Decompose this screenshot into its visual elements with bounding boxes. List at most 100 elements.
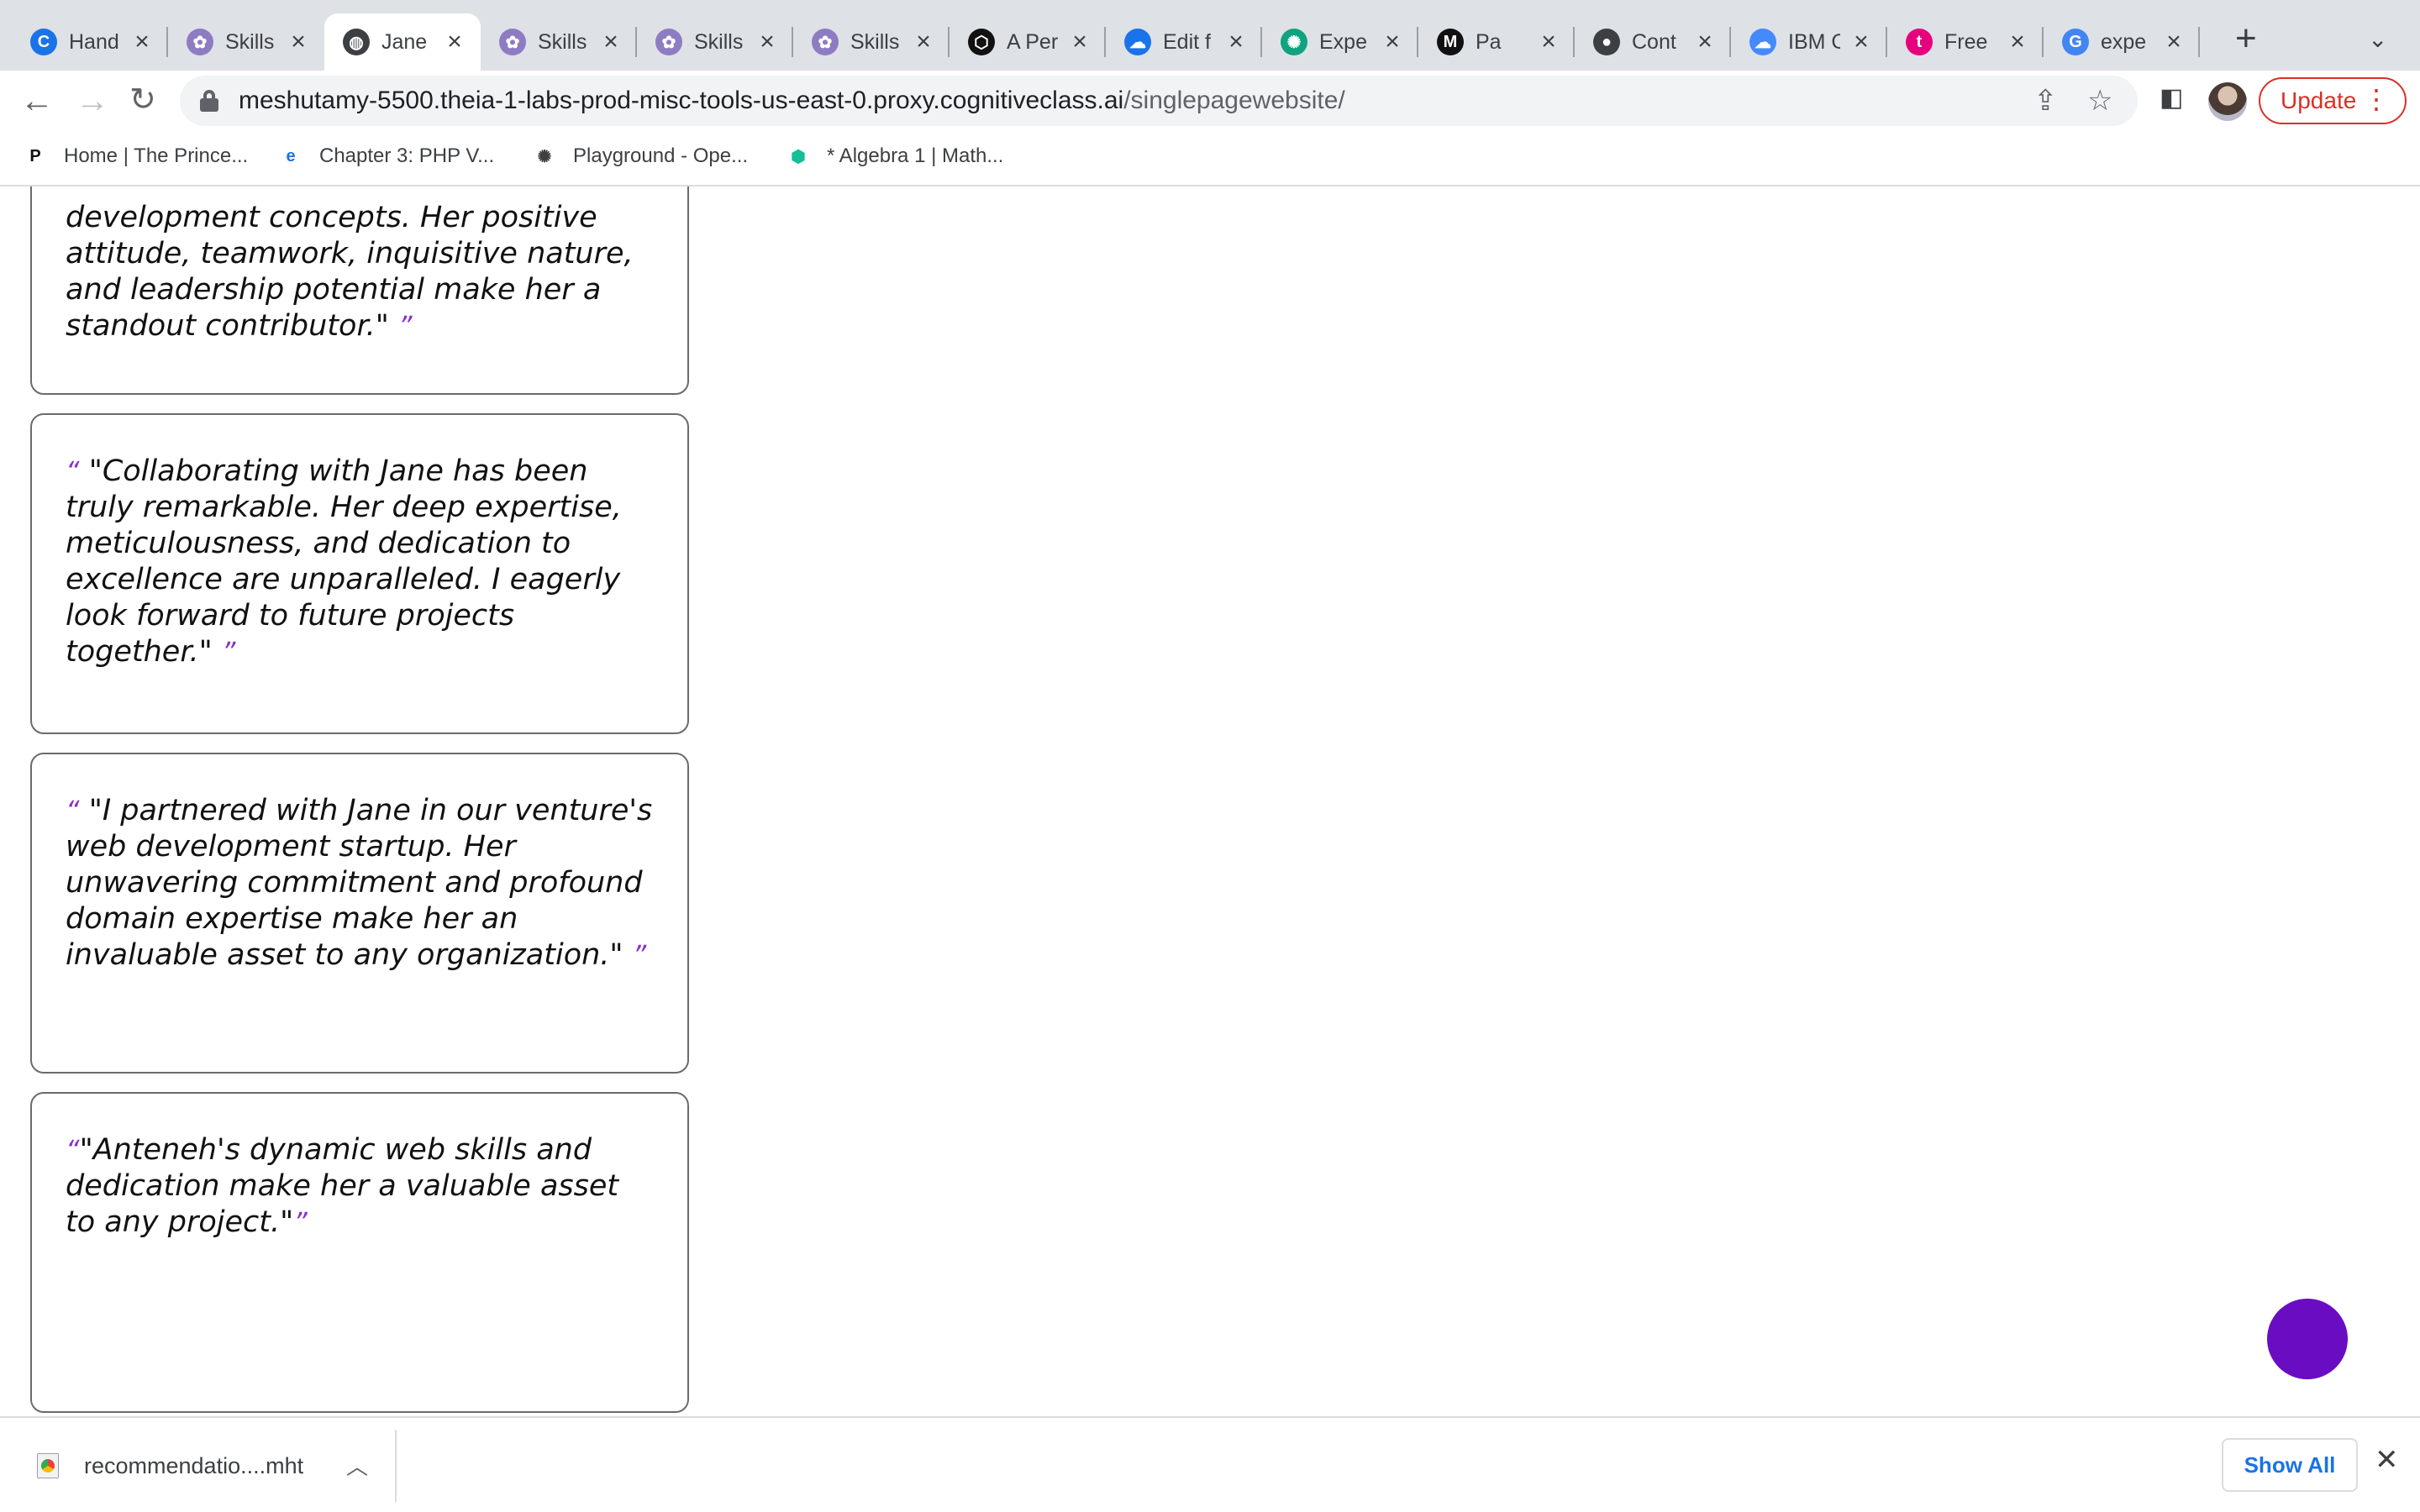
- close-quote-mark: ”: [398, 310, 413, 342]
- openai-icon: ✺: [537, 147, 552, 166]
- tab-title: Free: [1944, 29, 1988, 54]
- tab[interactable]: ☁ IBM C ×: [1731, 13, 1887, 71]
- testimonial-quote: “"Anteneh's dynamic web skills and dedic…: [66, 1132, 654, 1241]
- close-tab-icon[interactable]: ×: [1069, 29, 1091, 55]
- tab-separator: [2198, 27, 2200, 57]
- close-quote-mark: ”: [632, 939, 647, 971]
- lock-icon[interactable]: [200, 90, 218, 112]
- tab-title: Cont: [1632, 29, 1676, 54]
- tab-strip: C Hand × ✿ Skills × ◍ Jane × ✿ Skills × ✿ Skills × ✿ Ski…: [0, 0, 2420, 71]
- browser-chrome: C Hand × ✿ Skills × ◍ Jane × ✿ Skills × ✿ Skills × ✿ Ski…: [0, 0, 2420, 186]
- testimonial-card: “ "Collaborating with Jane has been trul…: [30, 413, 689, 734]
- update-label: Update: [2281, 87, 2357, 113]
- close-tab-icon[interactable]: ×: [2007, 29, 2028, 55]
- edge-like-icon: e: [286, 146, 296, 165]
- forward-arrow-icon[interactable]: →: [76, 84, 109, 118]
- close-tab-icon[interactable]: ×: [1225, 29, 1247, 55]
- open-quote-mark: “: [66, 1134, 80, 1166]
- download-item[interactable]: recommendatio....mht ︿: [0, 1430, 397, 1502]
- skills-network-icon: ✿: [655, 29, 682, 55]
- codepen-icon: ⬡: [968, 29, 995, 55]
- close-tab-icon[interactable]: ×: [2163, 29, 2185, 55]
- side-panel-icon[interactable]: ◧: [2160, 86, 2183, 111]
- cloud-icon: ☁: [1124, 29, 1151, 55]
- openai-icon: ✺: [1281, 29, 1307, 55]
- page-content: development concepts. Her positive attit…: [0, 186, 2420, 1416]
- file-icon: [37, 1453, 59, 1478]
- bookmarks-bar: P Home | The Prince... e Chapter 3: PHP V..…: [0, 133, 2420, 186]
- download-file-name: recommendatio....mht: [84, 1452, 304, 1478]
- tab-title: Skills: [694, 29, 744, 54]
- floating-action-button[interactable]: [2267, 1299, 2348, 1379]
- chevron-up-icon[interactable]: ︿: [346, 1450, 368, 1481]
- medium-icon: M: [1437, 29, 1464, 55]
- tab-title: Skills: [225, 29, 275, 54]
- tab[interactable]: ● Cont ×: [1575, 13, 1731, 71]
- close-tab-icon[interactable]: ×: [1694, 29, 1716, 55]
- show-all-button[interactable]: Show All: [2222, 1438, 2358, 1492]
- share-icon[interactable]: ⇪: [2033, 84, 2058, 118]
- testimonial-text: development concepts. Her positive attit…: [66, 201, 634, 343]
- tab[interactable]: ✿ Skills ×: [168, 13, 324, 71]
- bookmark-item[interactable]: ✺ Playground - Ope...: [531, 143, 749, 170]
- avatar[interactable]: [2208, 82, 2247, 121]
- tab-title: Skills: [850, 29, 900, 54]
- tab[interactable]: ⬡ A Per ×: [950, 13, 1106, 71]
- more-menu-icon[interactable]: ⋮: [2363, 86, 2390, 113]
- tab-title: Edit f: [1163, 29, 1211, 54]
- tab[interactable]: Gexpe ×: [2044, 13, 2200, 71]
- reload-icon[interactable]: ↻: [129, 84, 156, 116]
- tab[interactable]: ☁ Edit f ×: [1106, 13, 1262, 71]
- testimonial-quote: “ "I partnered with Jane in our venture'…: [66, 793, 654, 974]
- bookmark-star-icon[interactable]: ☆: [2087, 84, 2112, 118]
- tab[interactable]: ✿ Skills ×: [637, 13, 793, 71]
- bookmark-label: * Algebra 1 | Math...: [827, 144, 1004, 167]
- skills-network-icon: ✿: [187, 29, 213, 55]
- update-button[interactable]: Update ⋮: [2259, 77, 2407, 124]
- github-icon: ●: [1593, 29, 1620, 55]
- testimonial-quote: “ "Collaborating with Jane has been trul…: [66, 454, 654, 670]
- open-quote-mark: “: [66, 455, 80, 487]
- tab-title: Jane: [381, 29, 428, 54]
- tab[interactable]: ◍ Jane ×: [324, 13, 481, 71]
- back-arrow-icon[interactable]: ←: [20, 84, 54, 118]
- close-tab-icon[interactable]: ×: [600, 29, 622, 55]
- download-shelf: recommendatio....mht ︿ Show All ✕: [0, 1416, 2420, 1512]
- close-tab-icon[interactable]: ×: [444, 29, 466, 55]
- close-tab-icon[interactable]: ×: [1538, 29, 1560, 55]
- google-icon: G: [2062, 29, 2089, 55]
- tab-title: A Per: [1007, 29, 1059, 54]
- testimonial-card: “"Anteneh's dynamic web skills and dedic…: [30, 1092, 689, 1413]
- close-tab-icon[interactable]: ×: [1381, 29, 1403, 55]
- bookmark-label: Chapter 3: PHP V...: [319, 144, 495, 167]
- tab[interactable]: t Free ×: [1887, 13, 2044, 71]
- close-tab-icon[interactable]: ×: [1850, 29, 1872, 55]
- close-tab-icon[interactable]: ×: [287, 29, 309, 55]
- bookmark-item[interactable]: ⬢ * Algebra 1 | Math...: [785, 143, 1003, 170]
- tutor-icon: t: [1906, 29, 1933, 55]
- skills-network-icon: ✿: [499, 29, 526, 55]
- tab[interactable]: ✿ Skills ×: [793, 13, 950, 71]
- c-logo-icon: C: [30, 29, 57, 55]
- tab-search-chevron-icon[interactable]: ⌄: [2368, 25, 2387, 53]
- tab-title: expe: [2101, 29, 2147, 54]
- close-quote-mark: ”: [221, 636, 236, 668]
- tab[interactable]: ✿ Skills ×: [481, 13, 637, 71]
- url-path: /singlepagewebsite/: [1123, 87, 1345, 114]
- new-tab-button[interactable]: +: [2235, 20, 2257, 57]
- close-tab-icon[interactable]: ×: [756, 29, 778, 55]
- testimonial-card: “ "I partnered with Jane in our venture'…: [30, 753, 689, 1074]
- bookmark-item[interactable]: e Chapter 3: PHP V...: [277, 143, 494, 170]
- close-tab-icon[interactable]: ×: [913, 29, 934, 55]
- close-quote-mark: ”: [293, 1206, 308, 1238]
- bookmark-item[interactable]: P Home | The Prince...: [22, 143, 248, 170]
- tab-title: Hand: [69, 29, 119, 54]
- tab[interactable]: C Hand ×: [12, 13, 168, 71]
- close-tab-icon[interactable]: ×: [131, 29, 153, 55]
- close-icon[interactable]: ✕: [2375, 1443, 2399, 1477]
- url-host: meshutamy-5500.theia-1-labs-prod-misc-to…: [239, 87, 1124, 114]
- address-bar[interactable]: meshutamy-5500.theia-1-labs-prod-misc-to…: [180, 76, 2138, 126]
- tab[interactable]: ✺ Expe ×: [1262, 13, 1418, 71]
- tab[interactable]: M Pa ×: [1418, 13, 1575, 71]
- globe-icon: ◍: [343, 29, 370, 55]
